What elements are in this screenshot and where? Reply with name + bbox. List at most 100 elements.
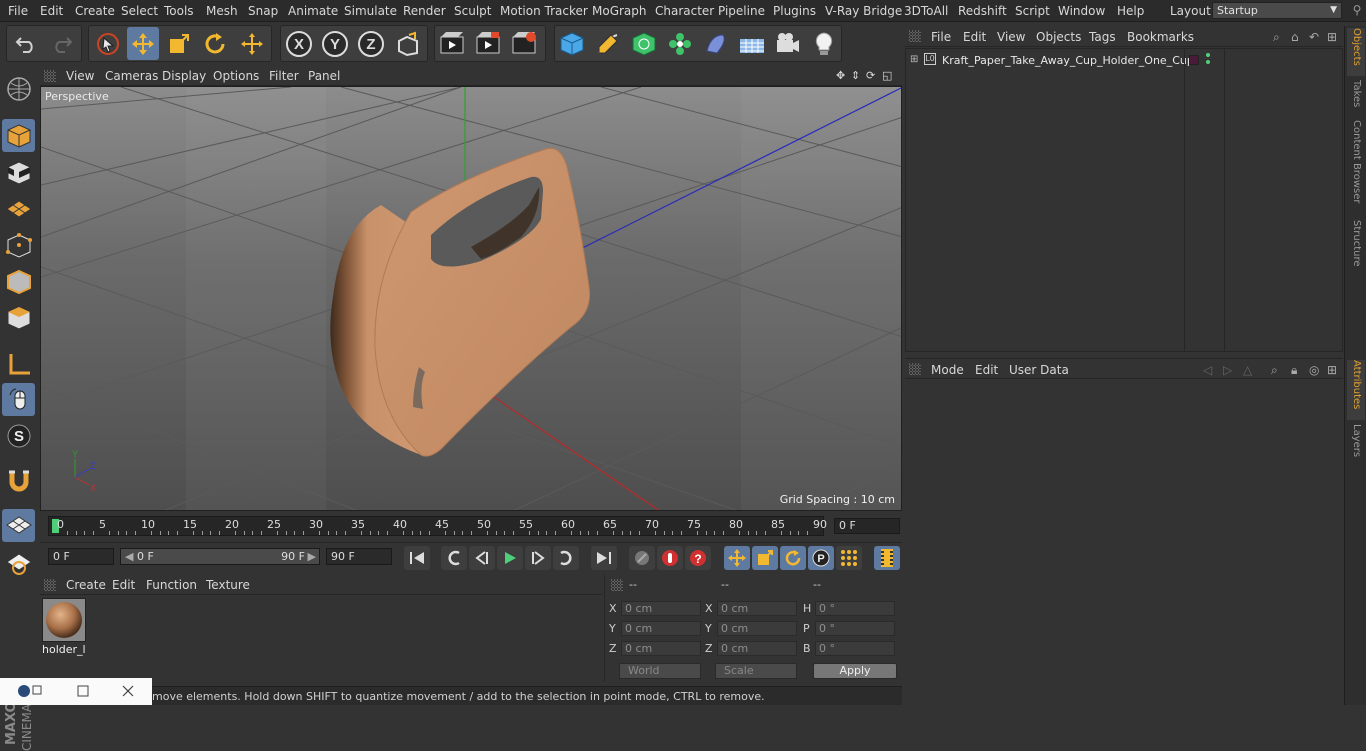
rotate-tool-icon[interactable] (199, 27, 231, 60)
maximize-icon[interactable] (77, 685, 89, 697)
light-icon[interactable] (808, 27, 840, 60)
menu-motion-tracker[interactable]: Motion Tracker (500, 4, 588, 18)
undo-icon[interactable] (10, 27, 42, 60)
edges-mode-icon[interactable] (2, 265, 35, 298)
autokeying-icon[interactable]: ? (685, 546, 711, 570)
frame-range-slider[interactable]: ◀ 0 F 90 F ▶ (120, 548, 320, 565)
key-scale-icon[interactable] (752, 546, 778, 570)
workplane-mode-icon[interactable] (2, 192, 35, 225)
viewport-menu-display[interactable]: Display (162, 69, 206, 83)
menu-sculpt[interactable]: Sculpt (454, 4, 491, 18)
tab-layers[interactable]: Layers (1347, 424, 1365, 462)
object-menu-bookmarks[interactable]: Bookmarks (1127, 30, 1194, 44)
material-menu-texture[interactable]: Texture (206, 578, 250, 592)
rotation-h-field[interactable]: 0 ° (815, 601, 895, 616)
target-icon[interactable]: ◎ (1309, 363, 1319, 377)
viewport-menu-view[interactable]: View (66, 69, 94, 83)
camera-icon[interactable] (772, 27, 804, 60)
attribute-menu-edit[interactable]: Edit (975, 363, 998, 377)
redo-icon[interactable] (46, 27, 78, 60)
attribute-menu-mode[interactable]: Mode (931, 363, 964, 377)
magnet-icon[interactable] (2, 464, 35, 497)
viewport-zoom-icon[interactable]: ⇕ (851, 69, 860, 82)
render-settings-icon[interactable] (508, 27, 540, 60)
3d-viewport[interactable]: Y Z X Perspective Grid Spacing : 10 cm (40, 86, 902, 511)
layout-select[interactable]: Startup ▼ (1212, 2, 1342, 19)
model-mode-icon[interactable] (2, 119, 35, 152)
viewport-menu-cameras[interactable]: Cameras (105, 69, 158, 83)
nav-back-icon[interactable]: ◁ (1203, 363, 1212, 377)
expand-icon[interactable]: ⊞ (910, 54, 918, 65)
cube-icon[interactable] (556, 27, 588, 60)
timeline-window-icon[interactable] (874, 546, 900, 570)
key-rotation-icon[interactable] (780, 546, 806, 570)
menu-simulate[interactable]: Simulate (344, 4, 397, 18)
position-y-field[interactable]: 0 cm (621, 621, 701, 636)
key-parameter-icon[interactable]: P (808, 546, 834, 570)
menu-help[interactable]: Help (1117, 4, 1144, 18)
menu-redshift[interactable]: Redshift (958, 4, 1007, 18)
menu-animate[interactable]: Animate (288, 4, 338, 18)
nav-up-icon[interactable]: △ (1243, 363, 1252, 377)
menu-plugins[interactable]: Plugins (773, 4, 816, 18)
panel-grip-icon[interactable] (44, 579, 56, 591)
panel-grip-icon[interactable] (611, 579, 623, 591)
tab-structure[interactable]: Structure (1347, 220, 1365, 272)
object-menu-tags[interactable]: Tags (1089, 30, 1116, 44)
coordinate-mode-dropdown[interactable]: World (619, 663, 701, 679)
snapping-icon[interactable]: S (2, 419, 35, 452)
menu-file[interactable]: File (8, 4, 28, 18)
range-left-arrow-icon[interactable]: ◀ (125, 550, 133, 563)
previous-frame-icon[interactable] (469, 546, 495, 570)
search-icon[interactable]: ⌕ (1271, 363, 1278, 378)
timeline-ruler[interactable]: 0 5 10 15 20 25 30 35 40 45 50 55 60 65 70 75 80 85 90 (48, 516, 827, 536)
current-frame-field[interactable]: 0 F (834, 518, 900, 534)
cloner-icon[interactable] (664, 27, 696, 60)
menu-3dtoall[interactable]: 3DToAll (904, 4, 948, 18)
new-panel-icon[interactable]: ⊞ (1327, 363, 1337, 377)
live-selection-icon[interactable] (92, 27, 124, 60)
play-forward-icon[interactable] (497, 546, 523, 570)
apply-button[interactable]: Apply (813, 663, 897, 679)
y-axis-lock-icon[interactable]: Y (319, 27, 351, 60)
viewport-menu-panel[interactable]: Panel (308, 69, 340, 83)
menu-create[interactable]: Create (75, 4, 115, 18)
record-active-objects-icon[interactable] (657, 546, 683, 570)
object-menu-file[interactable]: File (931, 30, 951, 44)
menu-edit[interactable]: Edit (40, 4, 63, 18)
render-picture-viewer-icon[interactable] (472, 27, 504, 60)
size-y-field[interactable]: 0 cm (717, 621, 797, 636)
editor-visibility-dot[interactable] (1206, 53, 1210, 57)
end-frame-field[interactable]: 90 F (326, 548, 392, 565)
viewport-menu-filter[interactable]: Filter (269, 69, 299, 83)
axis-mode-icon[interactable] (2, 348, 35, 381)
points-mode-icon[interactable] (2, 229, 35, 262)
next-key-icon[interactable] (553, 546, 579, 570)
position-x-field[interactable]: 0 cm (621, 601, 701, 616)
material-thumbnail[interactable] (42, 598, 86, 642)
new-panel-icon[interactable]: ⊞ (1327, 30, 1337, 44)
texture-mode-icon[interactable] (2, 156, 35, 189)
size-mode-dropdown[interactable]: Scale (715, 663, 797, 679)
polygons-mode-icon[interactable] (2, 301, 35, 334)
size-z-field[interactable]: 0 cm (717, 641, 797, 656)
go-to-end-icon[interactable] (591, 546, 617, 570)
z-axis-lock-icon[interactable]: Z (355, 27, 387, 60)
menu-tools[interactable]: Tools (164, 4, 194, 18)
move-tool-icon[interactable] (127, 27, 159, 60)
menu-vray-bridge[interactable]: V-Ray Bridge (825, 4, 902, 18)
material-menu-create[interactable]: Create (66, 578, 106, 592)
start-frame-field[interactable]: 0 F (48, 548, 114, 565)
object-menu-edit[interactable]: Edit (963, 30, 986, 44)
cinema4d-app-icon[interactable] (18, 685, 30, 697)
previous-key-icon[interactable] (441, 546, 467, 570)
menu-render[interactable]: Render (403, 4, 446, 18)
next-frame-icon[interactable] (525, 546, 551, 570)
lock-icon[interactable]: 🔒︎ (1291, 363, 1297, 378)
panel-grip-icon[interactable] (909, 30, 921, 42)
search-icon[interactable]: ⌕ (1273, 30, 1280, 45)
subdivision-surface-icon[interactable] (628, 27, 660, 60)
menu-select[interactable]: Select (121, 4, 158, 18)
size-x-field[interactable]: 0 cm (717, 601, 797, 616)
key-point-level-icon[interactable] (836, 546, 862, 570)
